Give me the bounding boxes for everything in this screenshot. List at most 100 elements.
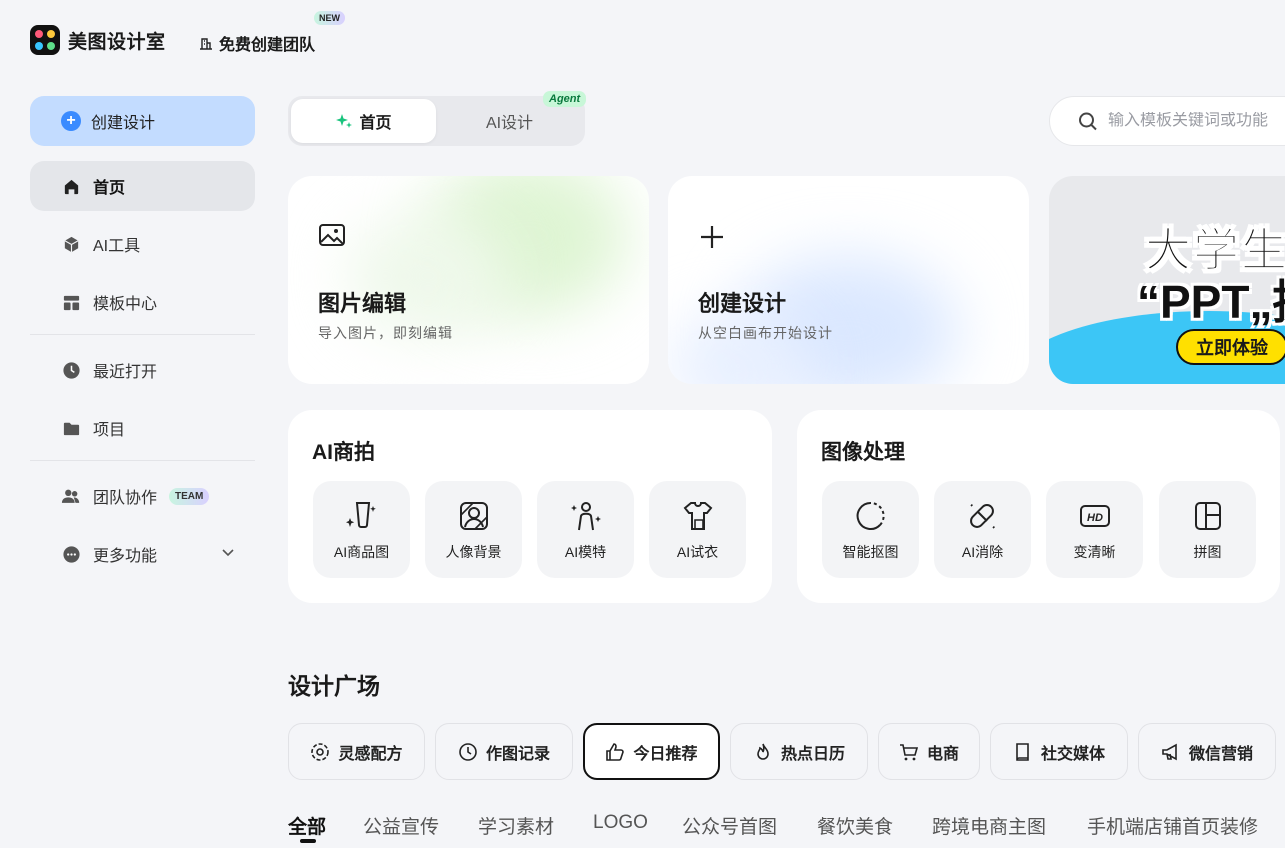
sidebar-item-label: 模板中心 <box>93 296 158 313</box>
create-team-label: 免费创建团队 <box>219 37 316 54</box>
clock-icon <box>61 360 81 380</box>
main-tabs: 首页 AI设计 <box>288 96 585 146</box>
tool-label: 人像背景 <box>445 544 502 560</box>
chip-today-pick[interactable]: 今日推荐 <box>583 723 720 780</box>
search-icon <box>1079 112 1097 130</box>
collage-icon <box>1194 502 1221 530</box>
sidebar-item-label: 首页 <box>93 180 126 197</box>
fire-icon <box>757 743 769 760</box>
sidebar-divider <box>30 334 255 335</box>
chevron-down-icon[interactable] <box>221 545 235 564</box>
design-square-title: 设计广场 <box>288 673 380 699</box>
card-subtitle: 导入图片，即刻编辑 <box>318 325 453 341</box>
chip-social-media[interactable]: 社交媒体 <box>990 723 1128 780</box>
tool-label: AI消除 <box>961 544 1004 560</box>
chip-ecommerce[interactable]: 电商 <box>878 723 980 780</box>
agent-badge: Agent <box>543 91 587 107</box>
tool-collage[interactable]: 拼图 <box>1159 481 1256 578</box>
chip-wechat-marketing[interactable]: 微信营销 <box>1138 723 1276 780</box>
search-bar[interactable] <box>1049 96 1285 146</box>
image-icon <box>319 224 345 246</box>
team-icon <box>61 486 81 506</box>
tab-ai-label: AI设计 <box>485 115 534 132</box>
banner-cta-button[interactable]: 立即体验 <box>1176 329 1285 365</box>
tool-label: AI试衣 <box>676 544 719 560</box>
create-design-button[interactable]: + 创建设计 <box>30 96 255 146</box>
tool-label: 智能抠图 <box>842 544 899 560</box>
tool-ai-erase[interactable]: AI消除 <box>934 481 1031 578</box>
chip-label: 电商 <box>926 745 959 763</box>
product-bottle-icon <box>345 502 376 528</box>
cube-icon <box>61 234 81 254</box>
category-active-indicator <box>300 839 316 843</box>
category-food[interactable]: 餐饮美食 <box>817 812 893 839</box>
home-icon <box>61 176 81 196</box>
template-icon <box>61 292 81 312</box>
portrait-icon <box>459 502 488 530</box>
card-create-design[interactable]: 创建设计 从空白画布开始设计 <box>668 176 1029 384</box>
sidebar-item-recent[interactable]: 最近打开 <box>30 345 255 395</box>
sidebar: + 创建设计 首页 AI工具 模板中心 最近打开 项目 团队协作 TEAM 更多… <box>30 96 255 579</box>
panel-title: 图像处理 <box>821 441 905 464</box>
tool-enhance[interactable]: HD 变清晰 <box>1046 481 1143 578</box>
search-input[interactable] <box>1108 112 1285 130</box>
card-image-edit[interactable]: 图片编辑 导入图片，即刻编辑 <box>288 176 649 384</box>
tool-label: AI模特 <box>564 544 607 560</box>
sidebar-item-home[interactable]: 首页 <box>30 161 255 211</box>
team-badge: TEAM <box>169 487 210 505</box>
chip-label: 微信营销 <box>1188 745 1253 763</box>
brand-name: 美图设计室 <box>68 31 166 53</box>
tool-smart-cutout[interactable]: 智能抠图 <box>822 481 919 578</box>
tool-label: 拼图 <box>1193 544 1222 560</box>
banner-subheadline: “PPT„挑 <box>1137 276 1285 328</box>
card-subtitle: 从空白画布开始设计 <box>698 325 833 341</box>
category-wechat-cover[interactable]: 公众号首图 <box>682 812 777 839</box>
new-badge: NEW <box>314 11 345 25</box>
chip-inspiration[interactable]: 灵感配方 <box>288 723 425 780</box>
tool-ai-model[interactable]: AI模特 <box>537 481 634 578</box>
chip-history[interactable]: 作图记录 <box>435 723 573 780</box>
category-study[interactable]: 学习素材 <box>478 812 554 839</box>
create-team-link[interactable]: 免费创建团队 <box>198 31 315 55</box>
sidebar-item-ai-tools[interactable]: AI工具 <box>30 219 255 269</box>
megaphone-icon <box>1162 743 1177 760</box>
chip-label: 今日推荐 <box>633 745 698 763</box>
category-public-welfare[interactable]: 公益宣传 <box>363 812 439 839</box>
folder-icon <box>61 418 81 438</box>
tool-ai-tryon[interactable]: AI试衣 <box>649 481 746 578</box>
category-all[interactable]: 全部 <box>288 812 326 839</box>
sidebar-item-label: AI工具 <box>93 238 141 255</box>
chip-label: 社交媒体 <box>1040 745 1105 763</box>
category-cross-border[interactable]: 跨境电商主图 <box>932 812 1046 839</box>
sidebar-item-label: 团队协作 <box>93 490 158 507</box>
model-person-icon <box>570 502 601 531</box>
tool-label: AI商品图 <box>333 544 390 560</box>
top-bar: 美图设计室 免费创建团队 NEW <box>0 0 1285 80</box>
sparkle-icon <box>336 114 353 128</box>
cutout-icon <box>856 501 885 530</box>
brand-logo[interactable]: 美图设计室 <box>30 25 166 55</box>
sidebar-item-more[interactable]: 更多功能 <box>30 529 255 579</box>
promo-banner[interactable]: 大学生 “PPT„挑 立即体验 <box>1049 176 1285 384</box>
sidebar-item-projects[interactable]: 项目 <box>30 403 255 453</box>
tool-ai-product[interactable]: AI商品图 <box>313 481 410 578</box>
clothing-icon <box>683 502 712 530</box>
inspiration-icon <box>311 742 330 761</box>
tool-portrait-bg[interactable]: 人像背景 <box>425 481 522 578</box>
tool-label: 变清晰 <box>1073 544 1116 560</box>
panel-ai-product-shoot: AI商拍 AI商品图 人像背景 AI模特 AI试衣 <box>288 410 772 603</box>
chip-hot-calendar[interactable]: 热点日历 <box>730 723 868 780</box>
sidebar-item-team[interactable]: 团队协作 TEAM <box>30 471 255 521</box>
card-title: 创建设计 <box>698 291 787 316</box>
plus-icon: + <box>61 111 81 131</box>
category-logo[interactable]: LOGO <box>593 812 648 834</box>
panel-image-processing: 图像处理 智能抠图 AI消除 HD 变清晰 拼图 <box>797 410 1280 603</box>
category-mobile-store[interactable]: 手机端店铺首页装修 <box>1087 812 1258 839</box>
logo-icon <box>30 25 60 55</box>
sidebar-item-templates[interactable]: 模板中心 <box>30 277 255 327</box>
more-icon <box>61 544 81 564</box>
building-icon <box>200 38 212 50</box>
tab-home[interactable]: 首页 <box>291 99 436 143</box>
sidebar-divider <box>30 460 255 461</box>
thumbs-up-icon <box>606 742 625 761</box>
